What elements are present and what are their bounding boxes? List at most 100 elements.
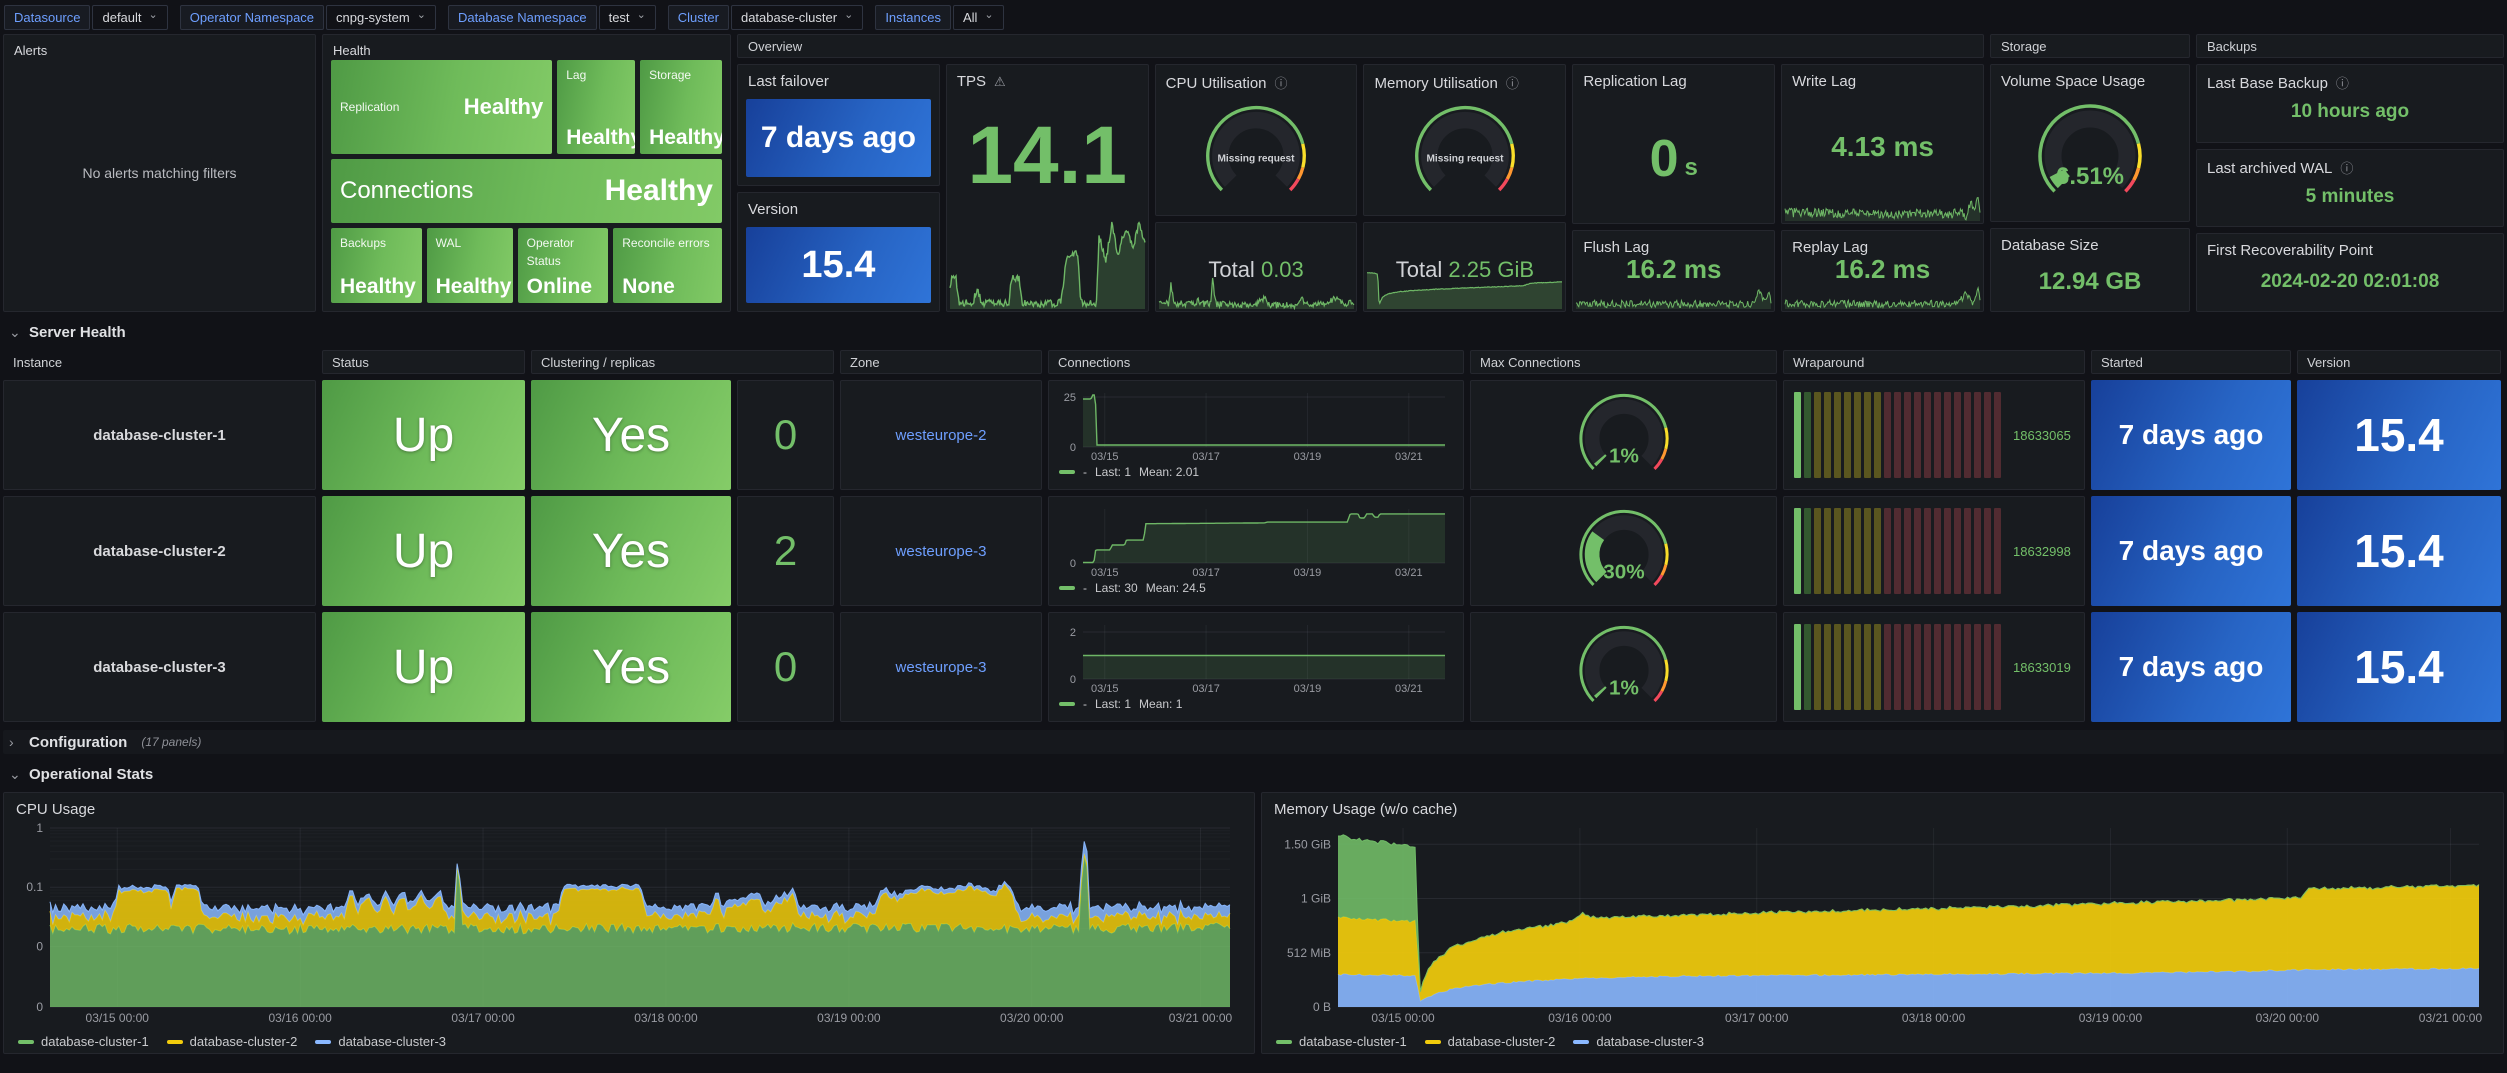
- series-dash-icon: [167, 1040, 183, 1044]
- wraparound-bar: [1804, 392, 1811, 478]
- var-datasource-dropdown[interactable]: default⌄: [92, 5, 167, 30]
- chevron-down-icon: ⌄: [9, 766, 21, 783]
- flush-lag-panel: Flush Lag 16.2 ms: [1572, 230, 1775, 312]
- svg-text:Missing request: Missing request: [1426, 154, 1504, 165]
- info-icon[interactable]: ⓘ: [1275, 76, 1288, 91]
- svg-text:512 MiB: 512 MiB: [1287, 946, 1331, 960]
- wraparound-bar: [1824, 508, 1831, 594]
- svg-text:03/15 00:00: 03/15 00:00: [86, 1011, 150, 1025]
- column-header-version: Version: [2297, 350, 2501, 374]
- svg-text:0: 0: [1070, 442, 1076, 454]
- svg-text:03/19: 03/19: [1294, 683, 1322, 695]
- var-instances-label: Instances: [875, 5, 951, 30]
- column-header-instance: Instance: [3, 350, 316, 374]
- legend-item[interactable]: database-cluster-2: [1425, 1034, 1556, 1049]
- column-header-connections: Connections: [1048, 350, 1464, 374]
- last-failover-value: 7 days ago: [746, 99, 931, 177]
- legend-item[interactable]: database-cluster-2: [167, 1034, 298, 1049]
- svg-text:0 B: 0 B: [1313, 1000, 1331, 1014]
- legend-item[interactable]: database-cluster-1: [1276, 1034, 1407, 1049]
- wraparound-bar: [1864, 392, 1871, 478]
- last-failover-title: Last failover: [738, 65, 939, 92]
- legend-item[interactable]: database-cluster-3: [1573, 1034, 1704, 1049]
- wraparound-bar: [1804, 624, 1811, 710]
- max-connections-cell: 30%: [1470, 496, 1777, 606]
- wraparound-bar: [1964, 508, 1971, 594]
- wraparound-bars: [1794, 508, 2001, 594]
- chevron-down-icon: ⌄: [149, 10, 158, 21]
- memory-usage-legend: database-cluster-1 database-cluster-2 data…: [1270, 1032, 2495, 1053]
- write-lag-panel: Write Lag 4.13 ms: [1781, 64, 1984, 224]
- legend-item[interactable]: database-cluster-3: [315, 1034, 446, 1049]
- zone-link[interactable]: westeurope-3: [896, 659, 987, 676]
- column-header-clustering: Clustering / replicas: [531, 350, 834, 374]
- version-cell: 15.4: [2297, 612, 2501, 722]
- var-operator-namespace-dropdown[interactable]: cnpg-system⌄: [326, 5, 436, 30]
- alerts-panel: Alerts No alerts matching filters: [3, 34, 316, 312]
- zone-link[interactable]: westeurope-2: [896, 427, 987, 444]
- var-instances-dropdown[interactable]: All⌄: [953, 5, 1004, 30]
- svg-text:03/19: 03/19: [1294, 451, 1322, 463]
- svg-text:0.1: 0.1: [26, 880, 43, 894]
- section-operational-stats[interactable]: ⌄ Operational Stats: [3, 762, 2504, 786]
- memory-usage-panel: Memory Usage (w/o cache) 1.50 GiB1 GiB51…: [1261, 792, 2504, 1054]
- health-tile-reconcile-errors: Reconcile errorsNone: [613, 228, 722, 303]
- wraparound-bar: [1824, 392, 1831, 478]
- svg-text:03/17: 03/17: [1192, 567, 1220, 579]
- info-icon[interactable]: ⓘ: [1506, 76, 1519, 91]
- wraparound-bar: [1834, 392, 1841, 478]
- cpu-usage-title: CPU Usage: [12, 797, 1246, 820]
- svg-text:0: 0: [36, 1000, 43, 1014]
- cpu-usage-chart: 10.10003/15 00:0003/16 00:0003/17 00:000…: [12, 820, 1246, 1032]
- legend-item[interactable]: database-cluster-1: [18, 1034, 149, 1049]
- section-server-health[interactable]: ⌄ Server Health: [3, 320, 2504, 344]
- svg-text:03/17 00:00: 03/17 00:00: [1725, 1011, 1789, 1025]
- write-lag-title: Write Lag: [1782, 65, 1983, 92]
- connections-chart: 2003/1503/1703/1903/21: [1055, 617, 1453, 697]
- connections-legend[interactable]: - Last: 1 Mean: 1: [1055, 697, 1455, 711]
- wraparound-bar: [1954, 392, 1961, 478]
- cpu-utilisation-panel: CPU Utilisationⓘ Missing request: [1155, 64, 1358, 216]
- replay-lag-sparkline: [1783, 284, 1982, 310]
- connections-cell: 2003/1503/1703/1903/21 - Last: 1 Mean: 1: [1048, 612, 1464, 722]
- wraparound-bar: [1964, 624, 1971, 710]
- tps-sparkline: [948, 214, 1147, 310]
- svg-text:1.50 GiB: 1.50 GiB: [1284, 837, 1331, 851]
- section-configuration[interactable]: › Configuration (17 panels): [3, 730, 2504, 754]
- warning-icon[interactable]: ⚠: [994, 74, 1006, 89]
- replay-lag-panel: Replay Lag 16.2 ms: [1781, 230, 1984, 312]
- replicas-cell: 0: [737, 380, 834, 490]
- var-database-namespace-dropdown[interactable]: test⌄: [599, 5, 656, 30]
- zone-link[interactable]: westeurope-3: [896, 543, 987, 560]
- wraparound-bar: [1984, 508, 1991, 594]
- wraparound-bar: [1854, 392, 1861, 478]
- version-panel: Version 15.4: [737, 192, 940, 312]
- wraparound-bar: [1884, 392, 1891, 478]
- wraparound-bar: [1864, 508, 1871, 594]
- wraparound-bar: [1874, 624, 1881, 710]
- wraparound-bars: [1794, 624, 2001, 710]
- wraparound-bar: [1804, 508, 1811, 594]
- wraparound-bar: [1974, 508, 1981, 594]
- connections-chart: 003/1503/1703/1903/21: [1055, 501, 1453, 581]
- wraparound-bar: [1904, 508, 1911, 594]
- var-cluster-dropdown[interactable]: database-cluster⌄: [731, 5, 863, 30]
- svg-text:0: 0: [36, 939, 43, 953]
- started-cell: 7 days ago: [2091, 380, 2291, 490]
- wraparound-cell: 18632998: [1783, 496, 2085, 606]
- wraparound-bar: [1864, 624, 1871, 710]
- version-value: 15.4: [746, 227, 931, 303]
- column-header-max-connections: Max Connections: [1470, 350, 1777, 374]
- wraparound-bar: [1924, 392, 1931, 478]
- wraparound-bar: [1884, 508, 1891, 594]
- replay-lag-value: 16.2 ms: [1782, 249, 1983, 289]
- first-recoverability-point-value: 2024-02-20 02:01:08: [2197, 252, 2503, 311]
- wraparound-bar: [1994, 392, 2001, 478]
- connections-legend[interactable]: - Last: 1 Mean: 2.01: [1055, 465, 1455, 479]
- svg-text:1: 1: [36, 821, 43, 835]
- connections-legend[interactable]: - Last: 30 Mean: 24.5: [1055, 581, 1455, 595]
- connections-chart: 25003/1503/1703/1903/21: [1055, 385, 1453, 465]
- chevron-down-icon: ⌄: [637, 10, 646, 21]
- series-dash-icon: [315, 1040, 331, 1044]
- health-tile-replication: ReplicationHealthy: [331, 60, 552, 154]
